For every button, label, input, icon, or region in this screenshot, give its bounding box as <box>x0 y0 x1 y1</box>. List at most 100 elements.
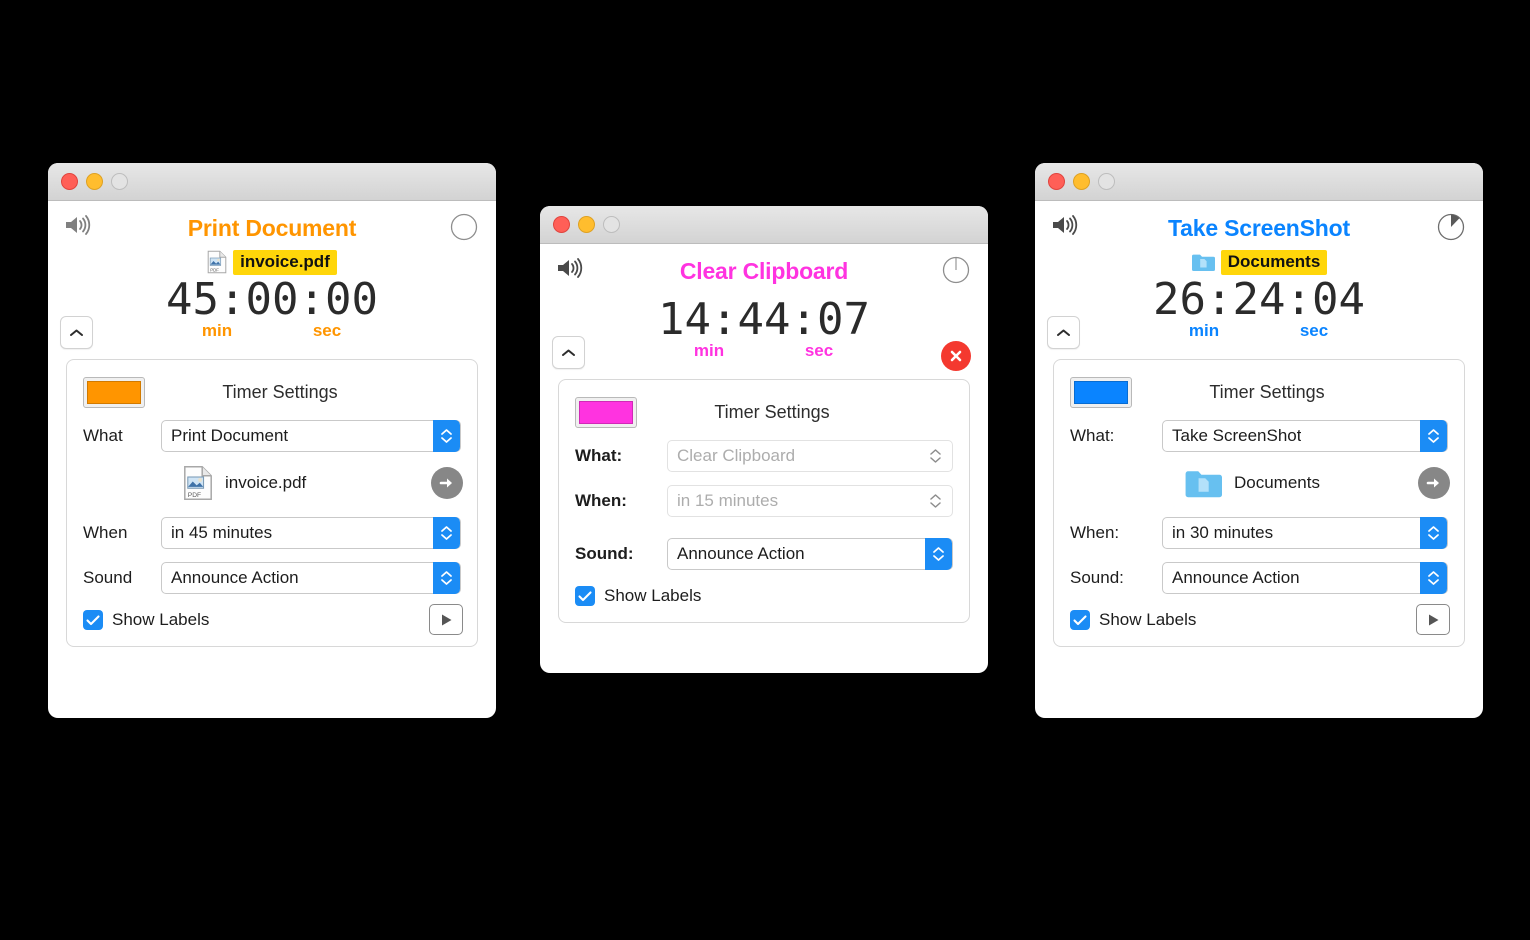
show-labels-checkbox[interactable] <box>83 610 103 631</box>
file-row-name: invoice.pdf <box>225 473 307 493</box>
desktop-background: Print Document PDF invoice.pdf 45:00:00 <box>0 0 1530 940</box>
panel-header: Timer Settings <box>575 394 953 430</box>
collapse-button[interactable] <box>60 316 93 350</box>
sound-stepper[interactable] <box>1420 562 1447 595</box>
timer-window-print-document[interactable]: Print Document PDF invoice.pdf 45:00:00 <box>48 163 496 718</box>
chevron-up-icon <box>69 328 84 338</box>
panel-title: Timer Settings <box>1209 381 1325 402</box>
sound-row: Sound Announce Action <box>83 558 461 598</box>
speaker-icon[interactable] <box>1051 213 1079 237</box>
minimize-button[interactable] <box>578 216 595 233</box>
what-select[interactable]: Print Document <box>161 420 461 453</box>
speaker-icon[interactable] <box>556 256 584 280</box>
when-select[interactable]: in 15 minutes <box>667 485 953 518</box>
when-stepper[interactable] <box>433 517 460 550</box>
show-labels-checkbox[interactable] <box>1070 610 1090 631</box>
close-button[interactable] <box>553 216 570 233</box>
what-select[interactable]: Take ScreenShot <box>1162 420 1448 453</box>
panel-header: Timer Settings <box>83 374 461 410</box>
window-titlebar[interactable] <box>1035 163 1483 201</box>
when-select[interactable]: in 45 minutes <box>161 517 461 550</box>
when-row: When: in 30 minutes <box>1070 513 1448 553</box>
progress-circle[interactable] <box>1437 213 1465 241</box>
close-button[interactable] <box>1048 173 1065 190</box>
progress-circle[interactable] <box>942 256 970 284</box>
svg-text:PDF: PDF <box>188 492 201 499</box>
color-swatch[interactable] <box>1070 376 1132 408</box>
sound-select[interactable]: Announce Action <box>1162 562 1448 595</box>
minimize-button[interactable] <box>86 173 103 190</box>
panel-title: Timer Settings <box>714 401 830 422</box>
sound-stepper[interactable] <box>433 562 460 595</box>
sound-select[interactable]: Announce Action <box>161 562 461 595</box>
timer-clock: 14:44:07 <box>658 294 870 345</box>
timer-file-line: PDF invoice.pdf <box>48 249 496 275</box>
play-icon <box>440 613 453 627</box>
show-labels-row: Show Labels <box>83 604 463 636</box>
speaker-icon[interactable] <box>64 213 92 237</box>
timer-units: min sec <box>48 321 496 341</box>
show-labels-checkbox[interactable] <box>575 586 595 607</box>
what-stepper[interactable] <box>1420 420 1447 453</box>
svg-text:PDF: PDF <box>210 267 219 272</box>
collapse-button[interactable] <box>1047 316 1080 350</box>
timer-settings-panel: Timer Settings What Print Document PDF i… <box>66 359 478 648</box>
start-timer-button[interactable] <box>1416 604 1450 636</box>
minimize-button[interactable] <box>1073 173 1090 190</box>
what-stepper <box>922 440 949 472</box>
stop-timer-button[interactable] <box>941 341 971 372</box>
file-row-content: Documents <box>1162 467 1448 499</box>
chevron-up-icon <box>561 348 576 358</box>
timer-header: Take ScreenShot Documents 26:24:04 min s… <box>1035 201 1483 350</box>
what-select[interactable]: Clear Clipboard <box>667 440 953 473</box>
start-timer-button[interactable] <box>429 604 463 636</box>
when-stepper[interactable] <box>1420 517 1447 550</box>
zoom-button <box>603 216 620 233</box>
sound-stepper[interactable] <box>925 538 952 571</box>
sound-select[interactable]: Announce Action <box>667 538 953 571</box>
timer-title: Print Document <box>187 215 357 241</box>
when-value: in 45 minutes <box>171 523 273 543</box>
sound-row: Sound: Announce Action <box>1070 558 1448 598</box>
show-labels-row: Show Labels <box>575 586 953 607</box>
window-titlebar[interactable] <box>540 206 988 244</box>
what-row: What: Clear Clipboard <box>575 436 953 476</box>
pdf-document-icon: PDF <box>183 465 213 501</box>
file-row: PDF invoice.pdf <box>83 458 463 508</box>
sound-label: Sound: <box>1070 568 1124 588</box>
arrow-right-icon[interactable] <box>1418 467 1450 500</box>
timer-header: Print Document PDF invoice.pdf 45:00:00 <box>48 201 496 350</box>
sound-value: Announce Action <box>171 568 299 588</box>
timer-settings-panel: Timer Settings What: Take ScreenShot Doc… <box>1053 359 1465 648</box>
file-row-name: Documents <box>1234 473 1320 493</box>
when-stepper <box>922 485 949 517</box>
when-row: When in 45 minutes <box>83 513 461 553</box>
unit-min-label: min <box>1188 321 1220 341</box>
file-row-content: PDF invoice.pdf <box>161 465 461 501</box>
folder-icon <box>1184 467 1222 499</box>
zoom-button <box>111 173 128 190</box>
play-icon <box>1427 613 1440 627</box>
close-button[interactable] <box>61 173 78 190</box>
zoom-button <box>1098 173 1115 190</box>
when-select[interactable]: in 30 minutes <box>1162 517 1448 550</box>
progress-circle[interactable] <box>450 213 478 241</box>
window-titlebar[interactable] <box>48 163 496 201</box>
arrow-right-icon[interactable] <box>431 467 463 500</box>
when-value: in 30 minutes <box>1172 523 1274 543</box>
timer-file-line: Documents <box>1035 249 1483 275</box>
sound-row: Sound: Announce Action <box>575 534 953 574</box>
timer-units: min sec <box>540 341 988 361</box>
timer-units: min sec <box>1035 321 1483 341</box>
timer-window-clear-clipboard[interactable]: Clear Clipboard 14:44:07 min sec Timer S… <box>540 206 988 673</box>
show-labels-row: Show Labels <box>1070 604 1450 636</box>
what-value: Take ScreenShot <box>1172 426 1302 446</box>
color-swatch[interactable] <box>575 396 637 428</box>
collapse-button[interactable] <box>552 336 585 370</box>
timer-file-name: invoice.pdf <box>233 249 337 275</box>
color-swatch[interactable] <box>83 376 145 408</box>
timer-clock: 45:00:00 <box>166 274 378 325</box>
what-stepper[interactable] <box>433 420 460 453</box>
sound-value: Announce Action <box>677 544 805 564</box>
timer-window-take-screenshot[interactable]: Take ScreenShot Documents 26:24:04 min s… <box>1035 163 1483 718</box>
